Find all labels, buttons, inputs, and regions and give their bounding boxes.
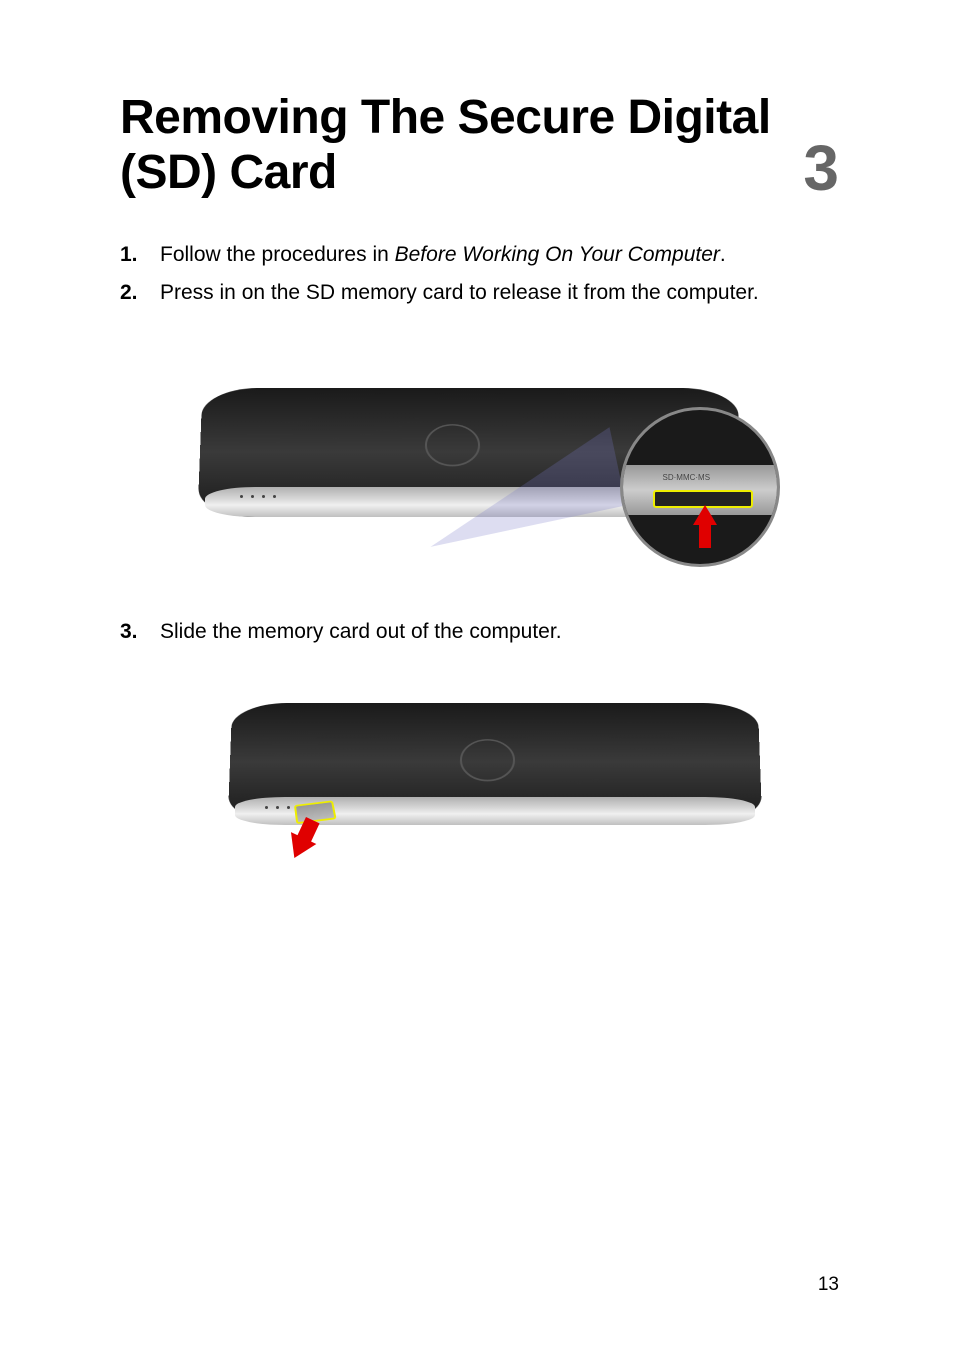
indicator-dot-icon: [265, 806, 268, 809]
step-number: 1.: [120, 240, 160, 269]
press-arrow-head-icon: [693, 505, 717, 525]
chapter-header: Removing The Secure Digital (SD) Card 3: [120, 90, 839, 200]
step-1: 1. Follow the procedures in Before Worki…: [120, 240, 839, 269]
sd-slot-label: SD·MMC·MS: [663, 473, 711, 482]
figure-1-container: SD·MMC·MS: [120, 347, 839, 567]
laptop-sd-press-figure: SD·MMC·MS: [200, 347, 760, 567]
indicator-dot-icon: [276, 806, 279, 809]
step-suffix: .: [720, 243, 726, 266]
step-number: 3.: [120, 617, 160, 646]
step-3: 3. Slide the memory card out of the comp…: [120, 617, 839, 646]
press-arrow-stem-icon: [699, 523, 711, 548]
step-text: Slide the memory card out of the compute…: [160, 617, 839, 646]
procedure-steps-continued: 3. Slide the memory card out of the comp…: [120, 617, 839, 646]
laptop-sd-slide-figure: [200, 702, 760, 872]
indicator-dot-icon: [287, 806, 290, 809]
status-indicators-icon: [240, 495, 276, 498]
step-prefix: Follow the procedures in: [160, 243, 395, 266]
step-text: Follow the procedures in Before Working …: [160, 240, 839, 269]
step-text: Press in on the SD memory card to releas…: [160, 278, 839, 307]
indicator-dot-icon: [273, 495, 276, 498]
page-number: 13: [818, 1274, 839, 1296]
procedure-steps: 1. Follow the procedures in Before Worki…: [120, 240, 839, 307]
step-number: 2.: [120, 278, 160, 307]
step-2: 2. Press in on the SD memory card to rel…: [120, 278, 839, 307]
chapter-number: 3: [803, 136, 839, 200]
indicator-dot-icon: [240, 495, 243, 498]
indicator-dot-icon: [251, 495, 254, 498]
figure-2-container: [120, 702, 839, 872]
zoom-detail-circle-icon: SD·MMC·MS: [620, 407, 780, 567]
laptop-logo-icon: [458, 739, 515, 781]
step-italic-ref: Before Working On Your Computer: [395, 243, 720, 266]
chapter-title: Removing The Secure Digital (SD) Card: [120, 90, 783, 200]
indicator-dot-icon: [262, 495, 265, 498]
